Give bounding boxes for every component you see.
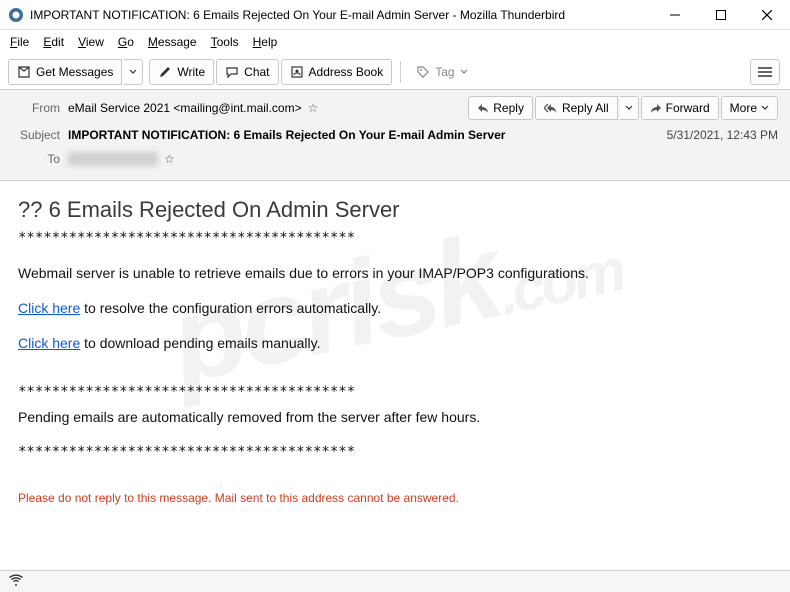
close-button[interactable] (744, 0, 790, 30)
separator-line: **************************************** (18, 382, 772, 403)
app-menu-button[interactable] (750, 59, 780, 85)
from-label: From (12, 101, 60, 115)
subject-label: Subject (12, 128, 60, 142)
body-line-link1: Click here to resolve the configuration … (18, 298, 772, 319)
toolbar-separator (400, 61, 401, 83)
pencil-icon (158, 65, 172, 79)
tag-button[interactable]: Tag (407, 59, 476, 85)
tag-label: Tag (435, 65, 454, 79)
message-date: 5/31/2021, 12:43 PM (667, 128, 778, 142)
body-heading: ?? 6 Emails Rejected On Admin Server (18, 193, 772, 226)
minimize-button[interactable] (652, 0, 698, 30)
body-paragraph-1: Webmail server is unable to retrieve ema… (18, 263, 772, 284)
from-value: eMail Service 2021 <mailing@int.mail.com… (68, 101, 468, 115)
address-book-button[interactable]: Address Book (281, 59, 393, 85)
subject-value: IMPORTANT NOTIFICATION: 6 Emails Rejecte… (68, 128, 667, 142)
menu-tools[interactable]: Tools (211, 35, 239, 49)
maximize-button[interactable] (698, 0, 744, 30)
message-header: From eMail Service 2021 <mailing@int.mai… (0, 90, 790, 181)
body-paragraph-2: Pending emails are automatically removed… (18, 407, 772, 428)
main-toolbar: Get Messages Write Chat Address Book Tag (0, 54, 790, 90)
separator-line: **************************************** (18, 228, 772, 249)
reply-all-dropdown[interactable] (620, 96, 639, 120)
tag-icon (416, 65, 430, 79)
window-title: IMPORTANT NOTIFICATION: 6 Emails Rejecte… (30, 8, 652, 22)
inbox-icon (17, 65, 31, 79)
address-book-label: Address Book (309, 65, 384, 79)
chat-button[interactable]: Chat (216, 59, 278, 85)
to-label: To (12, 152, 60, 166)
statusbar (0, 570, 790, 592)
menu-message[interactable]: Message (148, 35, 197, 49)
chevron-down-icon (460, 68, 468, 76)
menu-edit[interactable]: Edit (43, 35, 64, 49)
do-not-reply-notice: Please do not reply to this message. Mai… (18, 489, 772, 507)
chevron-down-icon (761, 104, 769, 112)
write-label: Write (177, 65, 205, 79)
separator-line: **************************************** (18, 442, 772, 463)
forward-icon (650, 103, 662, 113)
download-link[interactable]: Click here (18, 335, 80, 351)
chat-icon (225, 65, 239, 79)
star-contact-icon[interactable]: ☆ (308, 101, 319, 115)
write-button[interactable]: Write (149, 59, 214, 85)
menu-view[interactable]: View (78, 35, 104, 49)
body-line-link2: Click here to download pending emails ma… (18, 333, 772, 354)
menu-file[interactable]: File (10, 35, 29, 49)
menu-go[interactable]: Go (118, 35, 134, 49)
app-icon (8, 7, 24, 23)
window-titlebar: IMPORTANT NOTIFICATION: 6 Emails Rejecte… (0, 0, 790, 30)
address-book-icon (290, 65, 304, 79)
get-messages-label: Get Messages (36, 65, 113, 79)
chat-label: Chat (244, 65, 269, 79)
star-contact-icon[interactable]: ☆ (164, 152, 175, 166)
get-messages-dropdown[interactable] (124, 59, 143, 85)
reply-all-button[interactable]: Reply All (535, 96, 618, 120)
resolve-link[interactable]: Click here (18, 300, 80, 316)
get-messages-button[interactable]: Get Messages (8, 59, 122, 85)
message-body: ?? 6 Emails Rejected On Admin Server ***… (0, 181, 790, 533)
menubar: File Edit View Go Message Tools Help (0, 30, 790, 54)
reply-all-icon (544, 103, 558, 113)
chevron-down-icon (625, 104, 633, 112)
reply-button[interactable]: Reply (468, 96, 533, 120)
to-value: ☆ (68, 152, 778, 166)
reply-icon (477, 103, 489, 113)
online-status-icon[interactable] (8, 573, 24, 590)
hamburger-icon (757, 66, 773, 78)
menu-help[interactable]: Help (253, 35, 278, 49)
forward-button[interactable]: Forward (641, 96, 719, 120)
more-button[interactable]: More (721, 96, 778, 120)
redacted-recipient (68, 152, 158, 166)
chevron-down-icon (129, 68, 137, 76)
